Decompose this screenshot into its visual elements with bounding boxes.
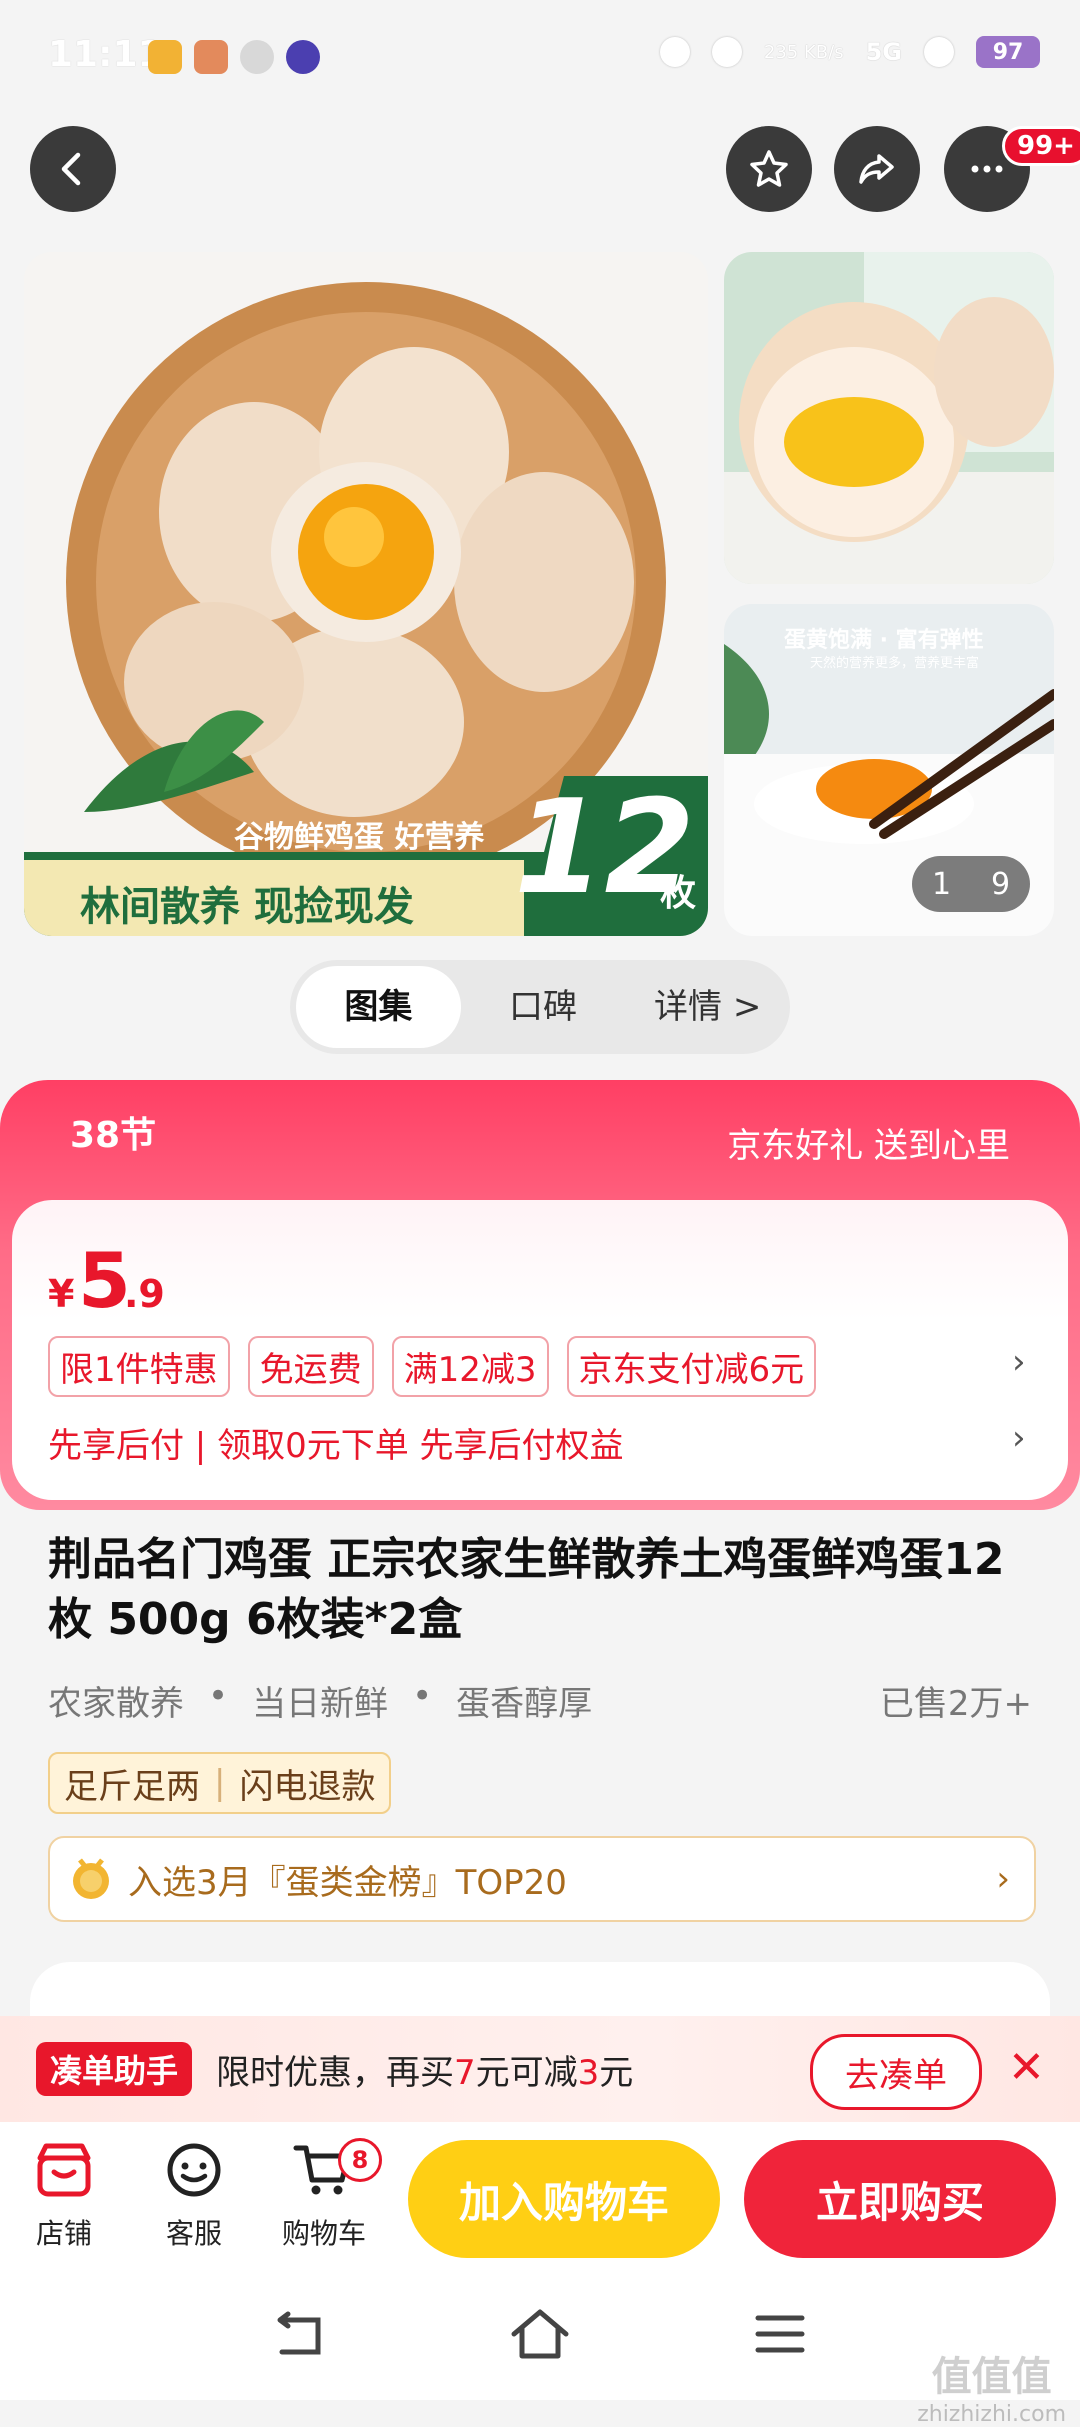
battery-level: 97 [992, 39, 1024, 65]
promo-chip[interactable]: 免运费 [247, 1336, 374, 1397]
net-speed: 235 KB/s [763, 41, 844, 63]
bundle-helper-tag: 凑单助手 [36, 2042, 193, 2096]
ranking-text: 入选3月『蛋类金榜』TOP20 [128, 1862, 567, 1903]
bundle-amount-off: 3 [577, 2052, 600, 2093]
price-decimal: .9 [124, 1272, 165, 1316]
share-icon [859, 154, 894, 184]
gallery-counter: 1 9 [912, 856, 1030, 912]
product-title: 荆品名门鸡蛋 正宗农家生鲜散养土鸡蛋鲜鸡蛋12枚 500g 6枚装*2盒 [48, 1534, 1005, 1645]
gallery-counter-current: 1 [931, 866, 952, 902]
service-divider: | [214, 1763, 226, 1803]
chat-smile-icon [167, 2143, 221, 2197]
promo-chip[interactable]: 限1件特惠 [48, 1336, 230, 1397]
tab-gallery[interactable]: 图集 [296, 966, 461, 1048]
bundle-helper-bar: 凑单助手 限时优惠，再买7元可减3元 去凑单 ✕ [0, 2016, 1080, 2122]
thumb-subcaption: 天然的营养更多，营养更丰富 [810, 656, 980, 671]
service-tag: 足斤足两 [64, 1766, 200, 1807]
medal-icon [73, 1858, 109, 1899]
promo-chips[interactable]: 限1件特惠 免运费 满12减3 京东支付减6元 [48, 1336, 817, 1397]
promo-chip[interactable]: 满12减3 [391, 1336, 549, 1397]
watermark: 值值值 zhizhizhi.com [917, 2344, 1066, 2427]
app-notification-icon [148, 40, 182, 74]
status-time: 11:11 [48, 34, 163, 75]
cracked-egg-illustration [724, 252, 1054, 584]
image-caption-large: 林间散养 现捡现发 [80, 884, 414, 930]
festival-tag-label: 38节 [70, 1115, 157, 1156]
go-bundle-button[interactable]: 去凑单 [810, 2034, 982, 2110]
battery-icon: 97 [976, 36, 1040, 68]
watermark-url: zhizhizhi.com [917, 2402, 1066, 2427]
app-notification-icon [286, 40, 320, 74]
festival-tag: 38节 [70, 1106, 156, 1158]
alarm-icon [659, 37, 690, 67]
gallery-counter-total: 9 [990, 866, 1011, 902]
price-symbol: ¥ [48, 1272, 75, 1316]
tab-details[interactable]: 详情 > [625, 966, 790, 1048]
thumb-caption: 蛋黄饱满 · 富有弹性 [784, 628, 984, 653]
favorite-button[interactable] [726, 126, 812, 212]
gallery-thumb-1[interactable] [724, 252, 1054, 584]
add-to-cart-button[interactable]: 加入购物车 [408, 2140, 720, 2258]
ranking-banner[interactable]: 入选3月『蛋类金榜』TOP20 › [48, 1836, 1036, 1922]
cart-label: 购物车 [281, 2217, 366, 2250]
bundle-text-prefix: 限时优惠，再买 [216, 2052, 455, 2093]
bundle-amount-need: 7 [454, 2052, 476, 2093]
more-badge: 99+ [1002, 126, 1080, 166]
share-button[interactable] [834, 126, 920, 212]
product-attributes: 农家散养 • 当日新鲜 • 蛋香醇厚 [48, 1676, 592, 1725]
back-button[interactable] [30, 126, 116, 212]
status-right-icons: 235 KB/s 5G 97 [659, 36, 1040, 68]
chevron-right-icon[interactable]: › [1012, 1418, 1026, 1458]
system-back-icon[interactable] [268, 2310, 328, 2362]
attribute-separator: • [208, 1676, 229, 1716]
close-icon[interactable]: ✕ [1008, 2042, 1045, 2093]
customer-service-button[interactable]: 客服 [144, 2140, 244, 2252]
image-count-unit: 枚 [660, 873, 697, 914]
content-tabs: 图集 口碑 详情 > [290, 960, 790, 1054]
star-icon [750, 150, 788, 187]
cart-count-badge: 8 [338, 2138, 382, 2182]
watermark-logo: 值值值 [931, 2354, 1052, 2400]
service-tags[interactable]: 足斤足两 | 闪电退款 [48, 1752, 392, 1814]
bundle-text-suffix: 元 [599, 2052, 634, 2093]
attribute: 当日新鲜 [252, 1684, 389, 1724]
customer-service-label: 客服 [165, 2217, 222, 2250]
system-menu-icon[interactable] [752, 2312, 808, 2356]
sold-count: 已售2万+ [879, 1684, 1032, 1724]
mute-icon [711, 37, 742, 67]
system-home-icon[interactable] [508, 2306, 572, 2362]
buy-now-button[interactable]: 立即购买 [744, 2140, 1056, 2258]
bundle-text-mid: 元可减 [475, 2052, 578, 2093]
promo-slogan: 京东好礼 送到心里 [727, 1126, 1010, 1166]
chevron-right-icon[interactable]: › [1012, 1342, 1026, 1382]
main-product-image[interactable]: 谷物鲜鸡蛋 好营养 林间散养 现捡现发 12 枚 [24, 252, 708, 936]
signal-label: 5G [865, 38, 902, 66]
attribute-separator: • [412, 1676, 433, 1716]
bundle-helper-text: 限时优惠，再买7元可减3元 [216, 2045, 633, 2094]
attribute: 农家散养 [48, 1684, 184, 1724]
chevron-right-icon: › [996, 1859, 1010, 1899]
image-caption-small: 谷物鲜鸡蛋 好营养 [234, 820, 485, 855]
promo-chip[interactable]: 京东支付减6元 [566, 1336, 817, 1397]
tab-reviews[interactable]: 口碑 [461, 966, 626, 1048]
service-tag: 闪电退款 [239, 1766, 376, 1807]
store-button[interactable]: 店铺 [14, 2140, 114, 2252]
pay-later-row[interactable]: 先享后付 | 领取0元下单 先享后付权益 [48, 1418, 624, 1467]
store-icon [37, 2143, 91, 2197]
app-notification-icon [194, 40, 228, 74]
wifi-icon [924, 37, 954, 67]
store-label: 店铺 [35, 2217, 92, 2250]
app-notification-icon [240, 40, 274, 74]
attribute: 蛋香醇厚 [456, 1684, 593, 1724]
price-integer: 5 [78, 1236, 131, 1325]
back-arrow-icon [61, 152, 81, 186]
more-dots-icon [971, 165, 1003, 173]
